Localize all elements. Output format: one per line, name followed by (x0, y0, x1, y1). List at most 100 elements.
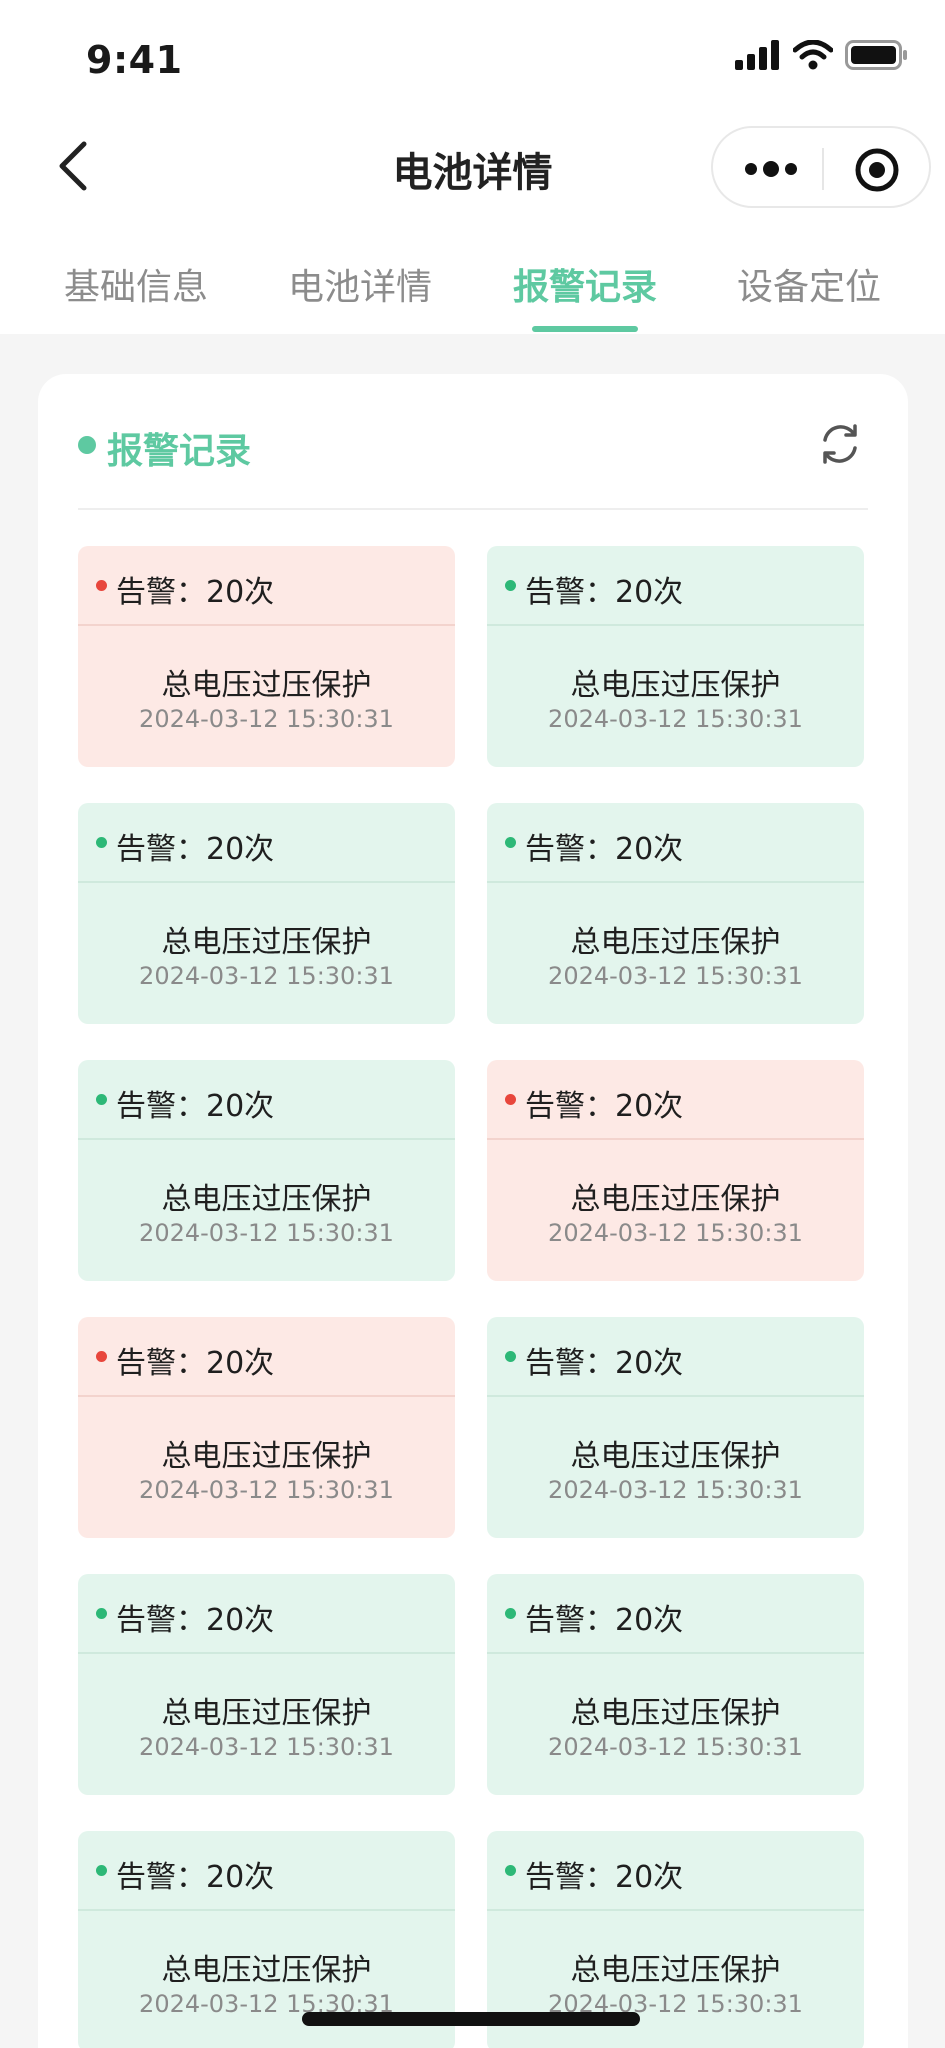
alarm-name: 总电压过压保护 (161, 1696, 372, 1731)
alarm-item-divider (487, 881, 864, 883)
alarm-time: 2024-03-12 15:30:31 (139, 1219, 394, 1247)
battery-icon (845, 40, 907, 70)
alarm-item[interactable]: 告警：20次总电压过压保护 2024-03-12 15:30:31 (78, 546, 455, 767)
tab-alarm-records[interactable]: 报警记录 (485, 258, 685, 310)
section-title: 报警记录 (107, 431, 252, 472)
header-divider (78, 508, 868, 510)
alarm-item-header: 告警：20次 (487, 1574, 864, 1652)
alarm-item-header: 告警：20次 (78, 803, 455, 881)
alarm-time: 2024-03-12 15:30:31 (139, 705, 394, 733)
alarm-item[interactable]: 告警：20次 总电压过压保护 2024-03-12 15:30:31 (487, 1574, 864, 1795)
alarm-count: 告警：20次 (525, 1860, 684, 1895)
alarm-count: 告警：20次 (525, 1603, 684, 1638)
alarm-count: 告警：20次 (525, 1089, 684, 1124)
alarm-time: 2024-03-12 15:30:31 (548, 705, 803, 733)
tab-bar: 基础信息 电池详情 报警记录 设备定位 (0, 258, 945, 334)
capsule-divider (822, 148, 824, 190)
alarm-item-divider (487, 1652, 864, 1654)
status-icons (735, 40, 909, 70)
alarm-name: 总电压过压保护 (161, 668, 372, 703)
alarm-count: 告警：20次 (525, 832, 684, 867)
alarm-item[interactable]: 告警：20次总电压过压保护 2024-03-12 15:30:31 (487, 1060, 864, 1281)
tab-battery-details[interactable]: 电池详情 (260, 258, 460, 310)
alarm-count: 告警：20次 (116, 1860, 275, 1895)
alarm-time: 2024-03-12 15:30:31 (548, 1219, 803, 1247)
alarm-status-dot (96, 1351, 107, 1362)
alarm-status-dot (96, 1094, 107, 1105)
alarm-item-divider (487, 1909, 864, 1911)
close-target-icon[interactable] (853, 146, 901, 194)
signal-icon (735, 40, 779, 70)
alarm-name: 总电压过压保护 (161, 1439, 372, 1474)
alarm-item-divider (78, 1909, 455, 1911)
alarm-status-dot (505, 837, 516, 848)
alarm-item-divider (487, 1395, 864, 1397)
mini-program-capsule (711, 126, 931, 208)
alarm-status-dot (96, 1865, 107, 1876)
alarm-item-header: 告警：20次 (78, 1317, 455, 1395)
refresh-icon[interactable] (816, 420, 864, 468)
alarm-item[interactable]: 告警：20次总电压过压保护 2024-03-12 15:30:31 (487, 546, 864, 767)
alarm-item-divider (78, 1652, 455, 1654)
alarm-item-header: 告警：20次 (78, 1060, 455, 1138)
alarm-item-header: 告警：20次 (78, 1574, 455, 1652)
alarm-item-header: 告警：20次 (78, 546, 455, 624)
alarm-count: 告警：20次 (525, 575, 684, 610)
alarm-name: 总电压过压保护 (570, 1182, 781, 1217)
alarm-count: 告警：20次 (116, 832, 275, 867)
more-icon[interactable] (741, 152, 801, 186)
alarm-item-divider (487, 624, 864, 626)
alarm-item[interactable]: 告警：20次总电压过压保护 2024-03-12 15:30:31 (78, 1317, 455, 1538)
alarm-name: 总电压过压保护 (570, 925, 781, 960)
alarm-item-header: 告警：20次 (487, 546, 864, 624)
alarm-item-divider (78, 1138, 455, 1140)
alarm-item[interactable]: 告警：20次总电压过压保护 2024-03-12 15:30:31 (78, 1574, 455, 1795)
alarm-item[interactable]: 告警：20次总电压过压保护 2024-03-12 15:30:31 (487, 1317, 864, 1538)
alarm-time: 2024-03-12 15:30:31 (139, 1476, 394, 1504)
alarm-status-dot (505, 1865, 516, 1876)
alarm-item-header: 告警：20次 (487, 1831, 864, 1909)
alarm-item-divider (487, 1138, 864, 1140)
alarm-name: 总电压过压保护 (570, 1953, 781, 1988)
top-bar: 9:41 电池详情 基础信息 电池详情 报警记录 设备定位 (0, 0, 945, 334)
alarm-item-header: 告警：20次 (78, 1831, 455, 1909)
tab-device-location[interactable]: 设备定位 (709, 258, 909, 310)
alarm-item-divider (78, 1395, 455, 1397)
alarm-name: 总电压过压保护 (161, 1182, 372, 1217)
alarm-count: 告警：20次 (525, 1346, 684, 1381)
alarm-item-divider (78, 624, 455, 626)
alarm-name: 总电压过压保护 (161, 925, 372, 960)
alarm-time: 2024-03-12 15:30:31 (139, 962, 394, 990)
alarm-count: 告警：20次 (116, 1089, 275, 1124)
wifi-icon (793, 40, 833, 70)
alarm-status-dot (505, 1094, 516, 1105)
alarm-time: 2024-03-12 15:30:31 (548, 962, 803, 990)
section-header: 报警记录 (38, 374, 908, 510)
status-time: 9:41 (86, 38, 183, 82)
home-indicator (302, 2012, 640, 2026)
alarm-name: 总电压过压保护 (570, 668, 781, 703)
alarm-name: 总电压过压保护 (570, 1696, 781, 1731)
alarm-item[interactable]: 告警：20次总电压过压保护 2024-03-12 15:30:31 (78, 1060, 455, 1281)
alarm-records-card: 报警记录 告警：20次 总电压过压保护 2024-03-12 15:30:31 告警：… (38, 374, 908, 2048)
alarm-status-dot (505, 1608, 516, 1619)
section-dot (78, 436, 96, 454)
alarm-count: 告警：20次 (116, 1603, 275, 1638)
alarm-name: 总电压过压保护 (161, 1953, 372, 1988)
tab-basic-info[interactable]: 基础信息 (36, 258, 236, 310)
alarm-status-dot (96, 1608, 107, 1619)
alarm-time: 2024-03-12 15:30:31 (139, 1733, 394, 1761)
alarm-item-header: 告警：20次 (487, 1060, 864, 1138)
alarm-item[interactable]: 告警：20次总电压过压保护 2024-03-12 15:30:31 (78, 803, 455, 1024)
alarm-item[interactable]: 告警：20次总电压过压保护 2024-03-12 15:30:31 (487, 803, 864, 1024)
alarm-item-header: 告警：20次 (487, 803, 864, 881)
alarm-status-dot (96, 580, 107, 591)
alarm-time: 2024-03-12 15:30:31 (548, 1476, 803, 1504)
active-tab-indicator (532, 326, 638, 332)
alarm-count: 告警：20次 (116, 1346, 275, 1381)
alarm-status-dot (96, 837, 107, 848)
alarm-status-dot (505, 1351, 516, 1362)
alarm-name: 总电压过压保护 (570, 1439, 781, 1474)
alarm-item-header: 告警：20次 (487, 1317, 864, 1395)
alarm-item-divider (78, 881, 455, 883)
